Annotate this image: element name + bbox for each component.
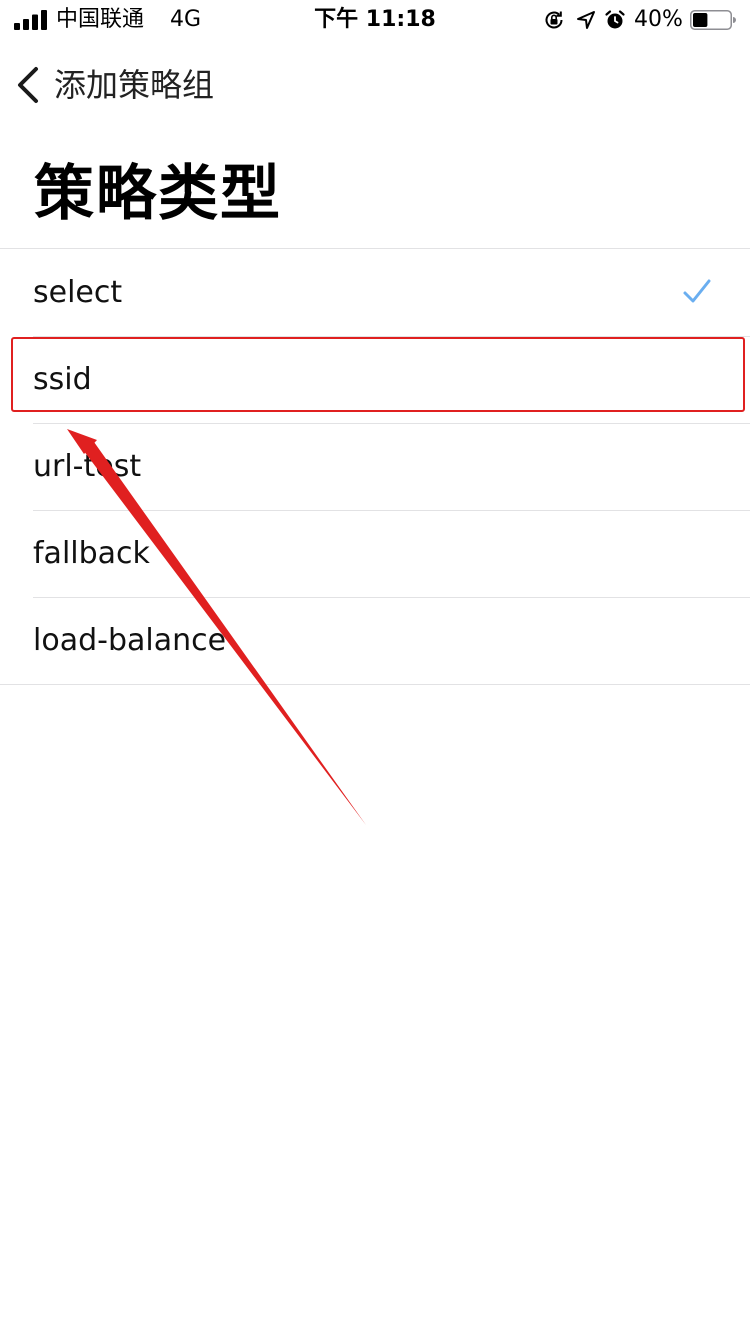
checkmark-icon [683, 279, 711, 303]
option-label: select [33, 275, 123, 310]
location-icon [577, 11, 595, 29]
page-title: 策略类型 [34, 159, 282, 229]
option-label: ssid [33, 362, 92, 397]
back-button[interactable]: 添加策略组 [0, 50, 234, 120]
battery-icon [690, 10, 736, 30]
option-row-select[interactable]: select [0, 249, 750, 336]
strategy-type-list: select ssid url-test fallback load-balan… [0, 248, 750, 685]
option-label: url-test [33, 449, 142, 484]
option-row-fallback[interactable]: fallback [0, 510, 750, 597]
navigation-bar: 添加策略组 [0, 50, 750, 120]
option-row-load-balance[interactable]: load-balance [0, 597, 750, 684]
option-label: fallback [33, 536, 150, 571]
option-label: load-balance [33, 623, 227, 658]
chevron-left-icon [18, 67, 38, 103]
option-row-url-test[interactable]: url-test [0, 423, 750, 510]
option-row-ssid[interactable]: ssid [0, 336, 750, 423]
status-bar: 中国联通 4G 下午 11:18 40% [0, 0, 750, 40]
alarm-icon [605, 10, 625, 29]
orientation-lock-icon [545, 11, 563, 29]
battery-percentage: 40% [634, 7, 683, 32]
back-label: 添加策略组 [54, 66, 215, 104]
